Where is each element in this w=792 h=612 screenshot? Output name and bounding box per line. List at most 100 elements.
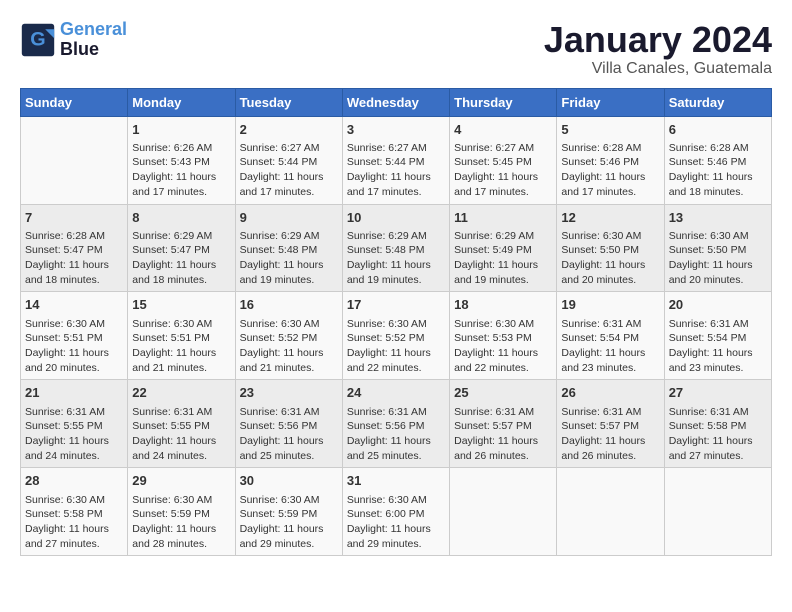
day-info: Sunrise: 6:29 AM Sunset: 5:48 PM Dayligh… — [240, 229, 338, 288]
calendar-cell: 15 Sunrise: 6:30 AM Sunset: 5:51 PM Dayli… — [128, 292, 235, 380]
calendar-cell: 10 Sunrise: 6:29 AM Sunset: 5:48 PM Dayli… — [342, 204, 449, 292]
calendar-cell: 9 Sunrise: 6:29 AM Sunset: 5:48 PM Daylig… — [235, 204, 342, 292]
page-header: G General Blue January 2024 Villa Canale… — [20, 20, 772, 78]
day-number: 9 — [240, 209, 338, 227]
calendar-cell: 5 Sunrise: 6:28 AM Sunset: 5:46 PM Daylig… — [557, 116, 664, 204]
calendar-cell — [557, 468, 664, 556]
calendar-week-5: 28Sunrise: 6:30 AM Sunset: 5:58 PM Dayli… — [21, 468, 772, 556]
day-number: 15 — [132, 296, 230, 314]
logo-icon: G — [20, 22, 56, 58]
calendar-cell: 12Sunrise: 6:30 AM Sunset: 5:50 PM Dayli… — [557, 204, 664, 292]
calendar-cell: 29 Sunrise: 6:30 AM Sunset: 5:59 PM Dayli… — [128, 468, 235, 556]
day-number: 8 — [132, 209, 230, 227]
weekday-header-wednesday: Wednesday — [342, 88, 449, 116]
day-info: Sunrise: 6:31 AM Sunset: 5:56 PM Dayligh… — [347, 405, 445, 464]
day-info: Sunrise: 6:30 AM Sunset: 5:52 PM Dayligh… — [347, 317, 445, 376]
day-info: Sunrise: 6:29 AM Sunset: 5:49 PM Dayligh… — [454, 229, 552, 288]
calendar-cell: 20Sunrise: 6:31 AM Sunset: 5:54 PM Dayli… — [664, 292, 771, 380]
day-info: Sunrise: 6:28 AM Sunset: 5:46 PM Dayligh… — [561, 141, 659, 200]
svg-text:G: G — [30, 28, 45, 50]
calendar-cell: 23 Sunrise: 6:31 AM Sunset: 5:56 PM Dayli… — [235, 380, 342, 468]
calendar-cell: 28Sunrise: 6:30 AM Sunset: 5:58 PM Dayli… — [21, 468, 128, 556]
weekday-header-monday: Monday — [128, 88, 235, 116]
day-info: Sunrise: 6:31 AM Sunset: 5:57 PM Dayligh… — [561, 405, 659, 464]
weekday-header-tuesday: Tuesday — [235, 88, 342, 116]
day-info: Sunrise: 6:30 AM Sunset: 5:58 PM Dayligh… — [25, 493, 123, 552]
logo: G General Blue — [20, 20, 127, 60]
day-number: 26 — [561, 384, 659, 402]
day-number: 21 — [25, 384, 123, 402]
calendar-week-2: 7 Sunrise: 6:28 AM Sunset: 5:47 PM Daylig… — [21, 204, 772, 292]
day-number: 10 — [347, 209, 445, 227]
calendar-cell: 19Sunrise: 6:31 AM Sunset: 5:54 PM Dayli… — [557, 292, 664, 380]
day-info: Sunrise: 6:31 AM Sunset: 5:55 PM Dayligh… — [25, 405, 123, 464]
day-info: Sunrise: 6:30 AM Sunset: 5:50 PM Dayligh… — [669, 229, 767, 288]
day-number: 6 — [669, 121, 767, 139]
day-info: Sunrise: 6:30 AM Sunset: 5:52 PM Dayligh… — [240, 317, 338, 376]
calendar-cell: 26 Sunrise: 6:31 AM Sunset: 5:57 PM Dayli… — [557, 380, 664, 468]
day-number: 13 — [669, 209, 767, 227]
day-number: 4 — [454, 121, 552, 139]
calendar-cell: 30 Sunrise: 6:30 AM Sunset: 5:59 PM Dayli… — [235, 468, 342, 556]
day-info: Sunrise: 6:31 AM Sunset: 5:54 PM Dayligh… — [669, 317, 767, 376]
calendar-cell: 7 Sunrise: 6:28 AM Sunset: 5:47 PM Daylig… — [21, 204, 128, 292]
day-number: 24 — [347, 384, 445, 402]
day-number: 12 — [561, 209, 659, 227]
day-number: 23 — [240, 384, 338, 402]
day-number: 22 — [132, 384, 230, 402]
calendar-cell: 24 Sunrise: 6:31 AM Sunset: 5:56 PM Dayli… — [342, 380, 449, 468]
day-number: 2 — [240, 121, 338, 139]
day-info: Sunrise: 6:30 AM Sunset: 5:53 PM Dayligh… — [454, 317, 552, 376]
day-info: Sunrise: 6:30 AM Sunset: 5:51 PM Dayligh… — [132, 317, 230, 376]
calendar-cell: 31Sunrise: 6:30 AM Sunset: 6:00 PM Dayli… — [342, 468, 449, 556]
day-number: 7 — [25, 209, 123, 227]
calendar-week-3: 14 Sunrise: 6:30 AM Sunset: 5:51 PM Dayli… — [21, 292, 772, 380]
weekday-header-friday: Friday — [557, 88, 664, 116]
calendar-cell: 1Sunrise: 6:26 AM Sunset: 5:43 PM Daylig… — [128, 116, 235, 204]
day-info: Sunrise: 6:30 AM Sunset: 5:59 PM Dayligh… — [132, 493, 230, 552]
calendar-cell: 17 Sunrise: 6:30 AM Sunset: 5:52 PM Dayli… — [342, 292, 449, 380]
day-info: Sunrise: 6:27 AM Sunset: 5:44 PM Dayligh… — [240, 141, 338, 200]
day-number: 16 — [240, 296, 338, 314]
day-info: Sunrise: 6:29 AM Sunset: 5:48 PM Dayligh… — [347, 229, 445, 288]
day-number: 17 — [347, 296, 445, 314]
day-number: 1 — [132, 121, 230, 139]
calendar-cell: 22 Sunrise: 6:31 AM Sunset: 5:55 PM Dayli… — [128, 380, 235, 468]
calendar-header: SundayMondayTuesdayWednesdayThursdayFrid… — [21, 88, 772, 116]
calendar-cell: 11 Sunrise: 6:29 AM Sunset: 5:49 PM Dayli… — [450, 204, 557, 292]
calendar-cell: 6 Sunrise: 6:28 AM Sunset: 5:46 PM Daylig… — [664, 116, 771, 204]
location-title: Villa Canales, Guatemala — [544, 60, 772, 78]
day-number: 5 — [561, 121, 659, 139]
day-number: 31 — [347, 472, 445, 490]
day-info: Sunrise: 6:28 AM Sunset: 5:46 PM Dayligh… — [669, 141, 767, 200]
weekday-header-row: SundayMondayTuesdayWednesdayThursdayFrid… — [21, 88, 772, 116]
day-number: 19 — [561, 296, 659, 314]
calendar-body: 1Sunrise: 6:26 AM Sunset: 5:43 PM Daylig… — [21, 116, 772, 556]
day-info: Sunrise: 6:27 AM Sunset: 5:44 PM Dayligh… — [347, 141, 445, 200]
logo-text-line1: General — [60, 20, 127, 40]
calendar-cell: 25Sunrise: 6:31 AM Sunset: 5:57 PM Dayli… — [450, 380, 557, 468]
weekday-header-sunday: Sunday — [21, 88, 128, 116]
day-info: Sunrise: 6:31 AM Sunset: 5:58 PM Dayligh… — [669, 405, 767, 464]
calendar-week-1: 1Sunrise: 6:26 AM Sunset: 5:43 PM Daylig… — [21, 116, 772, 204]
day-number: 29 — [132, 472, 230, 490]
day-number: 14 — [25, 296, 123, 314]
calendar-cell: 3Sunrise: 6:27 AM Sunset: 5:44 PM Daylig… — [342, 116, 449, 204]
day-info: Sunrise: 6:28 AM Sunset: 5:47 PM Dayligh… — [25, 229, 123, 288]
day-info: Sunrise: 6:31 AM Sunset: 5:55 PM Dayligh… — [132, 405, 230, 464]
day-number: 30 — [240, 472, 338, 490]
day-number: 11 — [454, 209, 552, 227]
calendar-cell: 14Sunrise: 6:30 AM Sunset: 5:51 PM Dayli… — [21, 292, 128, 380]
title-block: January 2024 Villa Canales, Guatemala — [544, 20, 772, 78]
day-info: Sunrise: 6:30 AM Sunset: 5:59 PM Dayligh… — [240, 493, 338, 552]
calendar-cell: 8 Sunrise: 6:29 AM Sunset: 5:47 PM Daylig… — [128, 204, 235, 292]
calendar-cell — [21, 116, 128, 204]
calendar-cell: 21 Sunrise: 6:31 AM Sunset: 5:55 PM Dayli… — [21, 380, 128, 468]
day-info: Sunrise: 6:29 AM Sunset: 5:47 PM Dayligh… — [132, 229, 230, 288]
weekday-header-thursday: Thursday — [450, 88, 557, 116]
calendar-cell: 18 Sunrise: 6:30 AM Sunset: 5:53 PM Dayli… — [450, 292, 557, 380]
day-info: Sunrise: 6:31 AM Sunset: 5:56 PM Dayligh… — [240, 405, 338, 464]
day-number: 25 — [454, 384, 552, 402]
calendar-cell: 13 Sunrise: 6:30 AM Sunset: 5:50 PM Dayli… — [664, 204, 771, 292]
day-number: 18 — [454, 296, 552, 314]
